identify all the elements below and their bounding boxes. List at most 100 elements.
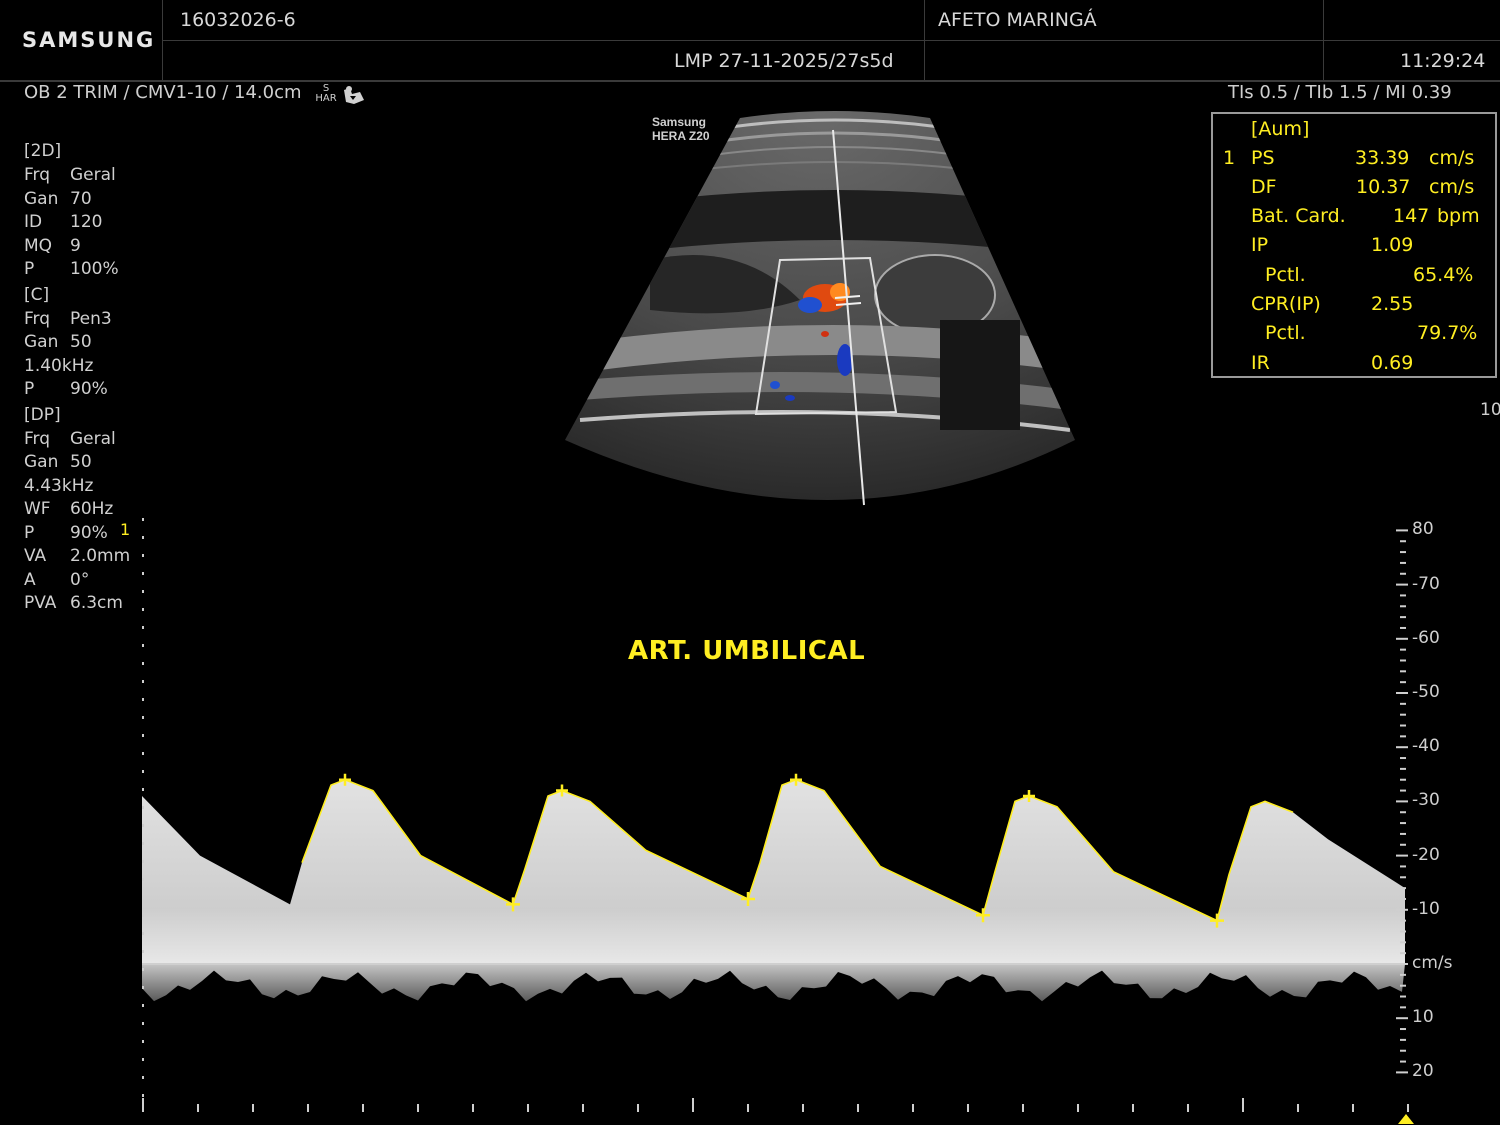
- scale-label: -20: [1412, 844, 1440, 865]
- time-tick: [307, 1104, 309, 1112]
- param-value: Geral: [70, 428, 116, 449]
- meas-value-pctl: 65.4%: [1413, 264, 1474, 286]
- time-tick: [802, 1104, 804, 1112]
- scale-label: 20: [1412, 1061, 1434, 1082]
- left-axis-dot: [142, 536, 144, 539]
- meas-value-ir: 0.69: [1371, 352, 1414, 374]
- spectrum-layer: [142, 778, 1405, 1002]
- param-value: 90%: [70, 379, 108, 399]
- scale-minor-tick: [1400, 626, 1406, 629]
- scale-minor-tick: [1400, 594, 1406, 597]
- left-axis-dot: [142, 644, 144, 647]
- scale-major-tick: [1396, 963, 1408, 965]
- scale-minor-tick: [1400, 995, 1406, 998]
- scale-major-tick: [1396, 854, 1408, 857]
- time-tick: [362, 1104, 364, 1112]
- scale-minor-tick: [1400, 659, 1406, 662]
- scale-minor-tick: [1400, 551, 1406, 554]
- scale-major-tick: [1396, 1071, 1408, 1074]
- param-row: Gan 50: [24, 331, 130, 355]
- safety-indices: TIs 0.5 / TIb 1.5 / MI 0.39: [1228, 82, 1452, 103]
- meas-label-pctl: Pctl.: [1265, 264, 1306, 286]
- param-key: Gan: [24, 332, 59, 352]
- scale-major-tick: [1396, 692, 1408, 694]
- param-value: 70: [70, 188, 92, 209]
- spectral-doppler-trace[interactable]: [0, 500, 1500, 1125]
- brand-logo: SAMSUNG: [22, 28, 156, 52]
- left-axis-dot: [142, 950, 144, 953]
- meas-label-cpr: CPR(IP): [1251, 293, 1321, 315]
- param-row: 1.40kHz: [24, 355, 130, 379]
- param-key: MQ: [24, 235, 53, 256]
- left-axis-dot: [142, 1058, 144, 1061]
- baseline-marker-icon: [1398, 1114, 1414, 1124]
- left-axis-dot: [142, 1040, 144, 1043]
- mode-pw-label: [DP]: [24, 404, 61, 425]
- left-axis-dot: [142, 806, 144, 809]
- scale-minor-tick: [1400, 984, 1406, 987]
- meas-value-df: 10.37: [1356, 176, 1411, 198]
- time-tick: [1077, 1104, 1079, 1112]
- scale-label: 80: [1412, 519, 1434, 540]
- left-axis-dot: [142, 734, 144, 737]
- measurement-header: [Aum]: [1251, 118, 1310, 140]
- mode-2d-label: [2D]: [24, 141, 62, 161]
- meas-value-hr: 147: [1393, 205, 1430, 227]
- scale-label: -70: [1412, 573, 1440, 594]
- meas-label-df: DF: [1251, 176, 1277, 198]
- left-axis-dot: [142, 968, 144, 971]
- time-tick: [1407, 1104, 1409, 1112]
- param-row: P 90%: [24, 378, 130, 402]
- param-row: Gan 70: [24, 188, 130, 212]
- param-value: Pen3: [70, 308, 112, 329]
- param-row: Frq Geral: [24, 428, 130, 452]
- param-value: 9: [70, 235, 81, 256]
- mode-color-label: [C]: [24, 284, 50, 305]
- time-tick: [1297, 1104, 1299, 1112]
- clock-time: 11:29:24: [1400, 50, 1486, 72]
- scale-minor-tick: [1400, 941, 1406, 944]
- header-bar: SAMSUNG 16032026-6 AFETO MARINGÁ LMP 27-…: [0, 0, 1500, 82]
- param-value: 4.43kHz: [24, 475, 94, 496]
- measurement-index: 1: [1223, 147, 1236, 169]
- header-col-divider: [162, 0, 163, 80]
- scale-label: 10: [1412, 1007, 1434, 1028]
- left-axis-dot: [142, 770, 144, 773]
- scale-minor-tick: [1400, 832, 1406, 835]
- time-tick: [857, 1104, 859, 1112]
- institution-name: AFETO MARINGÁ: [938, 9, 1097, 31]
- param-row: ID 120: [24, 211, 130, 235]
- time-tick: [637, 1104, 639, 1112]
- bmode-sector-image[interactable]: Samsung HERA Z20: [560, 110, 1080, 510]
- left-axis-dot: [142, 554, 144, 557]
- param-row: 4.43kHz: [24, 475, 130, 499]
- left-axis-dot: [142, 860, 144, 863]
- side-scale-label: 10: [1480, 400, 1500, 420]
- scale-major-tick: [1396, 583, 1408, 586]
- param-row: Gan 50: [24, 451, 130, 475]
- param-value: 100%: [70, 259, 119, 279]
- scale-label: -60: [1412, 627, 1440, 648]
- param-key: Frq: [24, 428, 51, 449]
- param-row: Frq Pen3: [24, 308, 130, 332]
- scale-minor-tick: [1400, 735, 1406, 738]
- left-axis-dot: [142, 1022, 144, 1025]
- param-value: 50: [70, 332, 92, 352]
- lmp-info: LMP 27-11-2025/27s5d: [674, 50, 894, 72]
- time-tick: [967, 1104, 969, 1112]
- param-key: Frq: [24, 308, 51, 329]
- param-value: 120: [70, 212, 103, 232]
- scale-label: -30: [1412, 790, 1440, 811]
- time-tick: [1022, 1104, 1024, 1112]
- left-axis-dot: [142, 878, 144, 881]
- scale-major-tick: [1396, 529, 1408, 532]
- param-row: P 100%: [24, 258, 130, 282]
- left-axis-dot: [142, 680, 144, 683]
- time-tick: [912, 1104, 914, 1112]
- meas-value-pctl2: 79.7%: [1417, 322, 1478, 344]
- scale-minor-tick: [1400, 605, 1406, 608]
- meas-value-ps: 33.39: [1355, 147, 1410, 169]
- scale-minor-tick: [1400, 789, 1406, 792]
- scale-minor-tick: [1400, 1006, 1406, 1009]
- scale-minor-tick: [1400, 822, 1406, 825]
